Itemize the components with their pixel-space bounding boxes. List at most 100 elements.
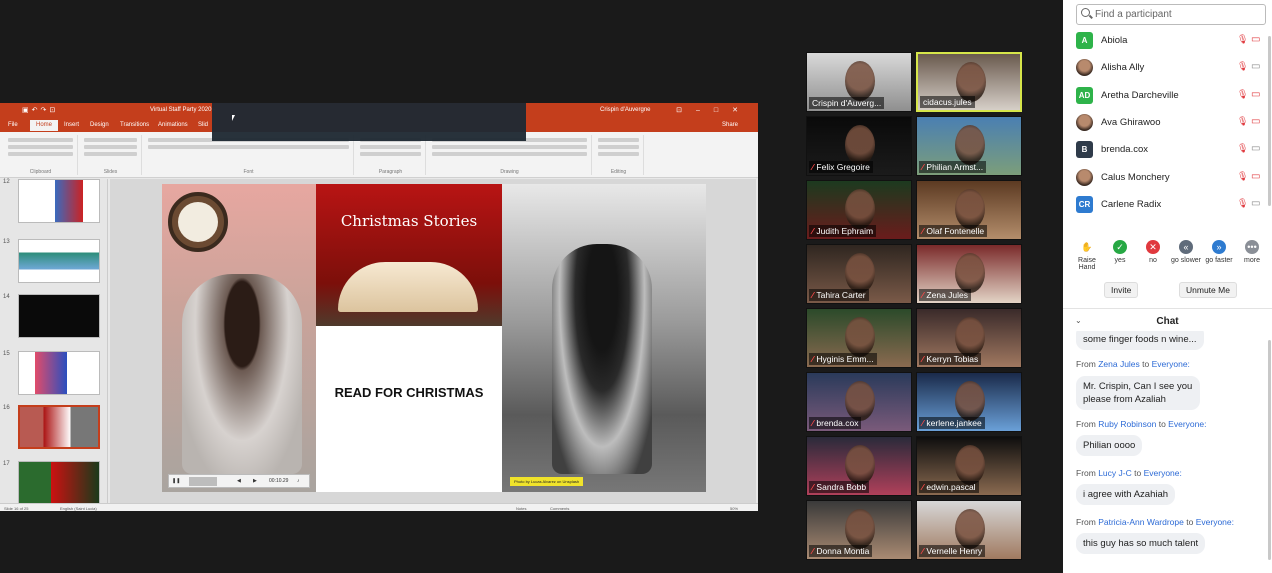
chat-recipient: Everyone: xyxy=(1151,359,1190,369)
slide-thumbnail[interactable]: 15 xyxy=(3,351,103,396)
reaction-icon: » xyxy=(1212,240,1226,254)
camera-off-icon[interactable]: ▭ xyxy=(1251,89,1260,100)
slide-thumbnails-pane[interactable]: 12 13 14 15 16 17 xyxy=(0,179,108,506)
video-tile[interactable]: ⁄ kerlene.jankee xyxy=(916,372,1022,432)
slide-thumbnail[interactable]: 14 xyxy=(3,294,103,339)
ribbon-clipboard-group[interactable]: Clipboard xyxy=(4,135,78,175)
status-language[interactable]: English (Saint Lucia) xyxy=(60,506,97,511)
volume-icon[interactable]: ♪ xyxy=(297,478,300,484)
video-tile-name: ⁄ kerlene.jankee xyxy=(919,417,985,429)
participants-scrollbar[interactable] xyxy=(1268,36,1271,206)
participant-row[interactable]: Bbrenda.cox 🎙 ▭ xyxy=(1076,140,1270,160)
participant-name: Aretha Darcheville xyxy=(1101,89,1179,101)
ribbon-slides-group[interactable]: Slides xyxy=(80,135,142,175)
video-tile[interactable]: ⁄ Sandra Bobb xyxy=(806,436,912,496)
tab-animations[interactable]: Animations xyxy=(158,122,188,128)
reaction-no[interactable]: ✕ no xyxy=(1135,238,1171,264)
share-button[interactable]: Share xyxy=(722,122,738,128)
video-tile[interactable]: cidacus.jules xyxy=(916,52,1022,112)
participant-row[interactable]: Alisha Ally 🎙 ▭ xyxy=(1076,58,1270,78)
ribbon-font-group[interactable]: Font xyxy=(144,135,354,175)
video-tile[interactable]: ⁄ Olaf Fontenelle xyxy=(916,180,1022,240)
video-tile[interactable]: ⁄ brenda.cox xyxy=(806,372,912,432)
muted-mic-icon[interactable]: 🎙 xyxy=(1237,34,1248,46)
video-tile[interactable]: ⁄ Felix Gregoire xyxy=(806,116,912,176)
slide-thumbnail[interactable]: 12 xyxy=(3,179,103,224)
reaction-more[interactable]: ••• more xyxy=(1234,238,1270,264)
tab-insert[interactable]: Insert xyxy=(64,122,79,128)
video-controls[interactable]: ❚❚ ◀ ▶ 00:10.29 ♪ xyxy=(168,474,310,488)
muted-mic-icon[interactable]: 🎙 xyxy=(1237,143,1248,155)
chat-message: Mr. Crispin, Can I see you please from A… xyxy=(1076,376,1200,410)
participant-video xyxy=(845,61,875,101)
camera-icon[interactable]: ▭ xyxy=(1251,198,1260,209)
step-back-icon[interactable]: ◀ xyxy=(237,478,241,484)
tab-transitions[interactable]: Transitions xyxy=(120,122,149,128)
video-tile[interactable]: ⁄ Vernelle Henry xyxy=(916,500,1022,560)
video-tile[interactable]: ⁄ Tahira Carter xyxy=(806,244,912,304)
tab-file[interactable]: File xyxy=(8,122,18,128)
child-reading-image xyxy=(552,244,652,474)
chat-sender-line: From Ruby Robinson to Everyone: xyxy=(1076,419,1207,429)
muted-mic-icon[interactable]: 🎙 xyxy=(1237,171,1248,183)
camera-icon[interactable]: ▭ xyxy=(1251,61,1260,72)
chat-sender[interactable]: Zena Jules xyxy=(1098,359,1140,369)
muted-mic-icon: ⁄ xyxy=(922,226,924,236)
video-progress[interactable] xyxy=(189,477,217,486)
ribbon-paragraph-group[interactable]: Paragraph xyxy=(356,135,426,175)
reaction-go-faster[interactable]: » go faster xyxy=(1201,238,1237,264)
side-panel: Find a participant A Abiola 🎙 ▭ Alisha Ally 🎙… xyxy=(1063,0,1272,573)
reaction-yes[interactable]: ✓ yes xyxy=(1102,238,1138,264)
slide-thumbnail-selected[interactable]: 16 xyxy=(3,405,103,450)
slide-thumbnail[interactable]: 17 xyxy=(3,461,103,506)
muted-mic-icon[interactable]: 🎙 xyxy=(1237,89,1248,101)
zoom-level[interactable]: 50% xyxy=(730,506,738,511)
quick-access-toolbar[interactable]: ▣↶↷⊡ xyxy=(22,106,58,114)
chat-sender[interactable]: Ruby Robinson xyxy=(1098,419,1156,429)
notes-button[interactable]: Notes xyxy=(516,506,526,511)
video-tile[interactable]: ⁄ Philian Armst... xyxy=(916,116,1022,176)
camera-off-icon[interactable]: ▭ xyxy=(1251,116,1260,127)
muted-mic-icon[interactable]: 🎙 xyxy=(1237,61,1248,73)
participant-row[interactable]: Calus Monchery 🎙 ▭ xyxy=(1076,168,1270,188)
play-forward-icon[interactable]: ▶ xyxy=(253,478,257,484)
tab-slideshow[interactable]: Slid xyxy=(198,122,208,128)
video-tile[interactable]: ⁄ Zena Jules xyxy=(916,244,1022,304)
chat-messages[interactable]: some finger foods n wine... From Zena Jul… xyxy=(1063,331,1272,573)
video-tile[interactable]: ⁄ Hyginis Emm... xyxy=(806,308,912,368)
video-tile[interactable]: Crispin d'Auverg... xyxy=(806,52,912,112)
comments-button[interactable]: Comments xyxy=(550,506,569,511)
camera-icon[interactable]: ▭ xyxy=(1251,143,1260,154)
participant-row[interactable]: A Abiola 🎙 ▭ xyxy=(1076,31,1270,51)
participant-row[interactable]: CR Carlene Radix 🎙 ▭ xyxy=(1076,195,1270,215)
tab-design[interactable]: Design xyxy=(90,122,109,128)
reaction-go-slower[interactable]: «go slower xyxy=(1168,238,1204,264)
ribbon-drawing-group[interactable]: Drawing xyxy=(428,135,592,175)
status-slide-count: Slide 16 of 25 xyxy=(4,506,29,511)
chat-scrollbar[interactable] xyxy=(1268,340,1271,560)
invite-button[interactable]: Invite xyxy=(1104,282,1139,298)
tab-home[interactable]: Home xyxy=(30,120,59,131)
video-tile[interactable]: ⁄ edwin.pascal xyxy=(916,436,1022,496)
unmute-me-button[interactable]: Unmute Me xyxy=(1179,282,1237,298)
pause-icon[interactable]: ❚❚ xyxy=(172,478,180,484)
participant-row[interactable]: AD Aretha Darcheville 🎙 ▭ xyxy=(1076,86,1270,106)
participant-row[interactable]: Ava Ghirawoo 🎙 ▭ xyxy=(1076,113,1270,133)
window-controls[interactable]: ⊡–□✕ xyxy=(676,106,752,114)
current-slide[interactable]: ❚❚ ◀ ▶ 00:10.29 ♪ Christmas Stories READ… xyxy=(162,184,706,492)
video-tile[interactable]: ⁄ Donna Montia xyxy=(806,500,912,560)
slide-thumbnail[interactable]: 13 xyxy=(3,239,103,284)
reaction-raise-hand[interactable]: ✋ Raise Hand xyxy=(1069,238,1105,271)
video-tile[interactable]: ⁄ Judith Ephraim xyxy=(806,180,912,240)
muted-mic-icon[interactable]: 🎙 xyxy=(1237,116,1248,128)
muted-mic-icon[interactable]: 🎙 xyxy=(1237,198,1248,210)
camera-off-icon[interactable]: ▭ xyxy=(1251,171,1260,182)
camera-off-icon[interactable]: ▭ xyxy=(1251,34,1260,45)
participant-search-input[interactable]: Find a participant xyxy=(1076,4,1266,25)
ribbon-editing-group[interactable]: Editing xyxy=(594,135,644,175)
chat-sender[interactable]: Patricia-Ann Wardrope xyxy=(1098,517,1184,527)
video-tile[interactable]: ⁄ Kerryn Tobias xyxy=(916,308,1022,368)
embedded-video[interactable]: ❚❚ ◀ ▶ 00:10.29 ♪ xyxy=(162,184,316,492)
chat-sender[interactable]: Lucy J-C xyxy=(1098,468,1132,478)
slide-editor[interactable]: ❚❚ ◀ ▶ 00:10.29 ♪ Christmas Stories READ… xyxy=(110,179,756,503)
